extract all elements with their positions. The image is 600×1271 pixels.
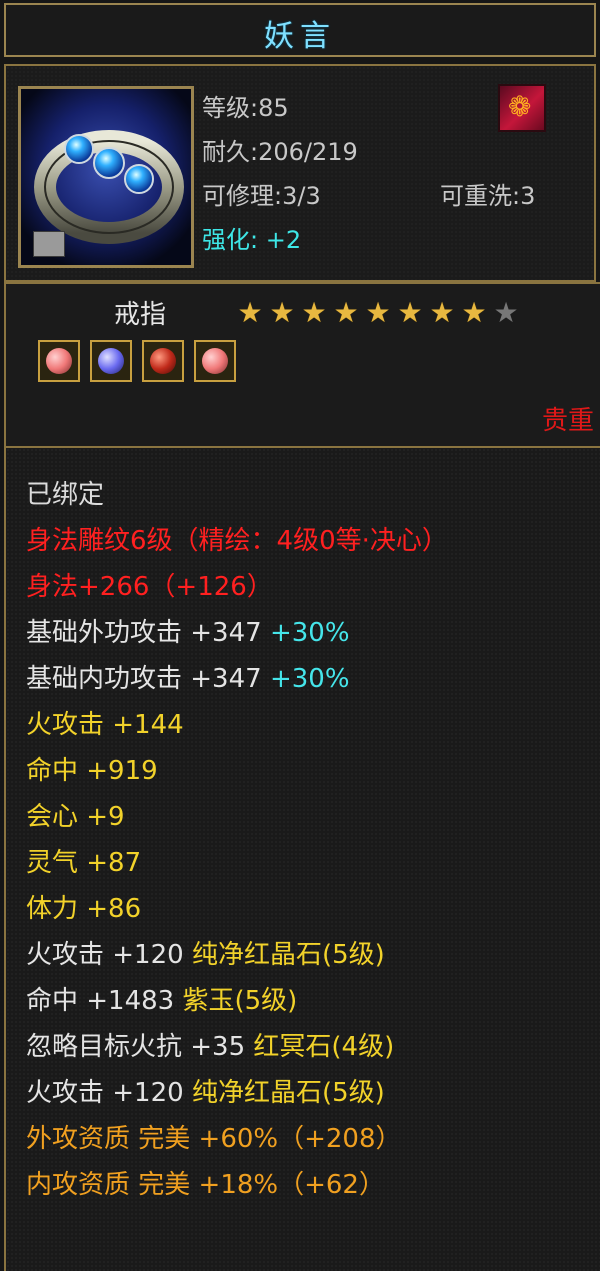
gem-slot-1[interactable] bbox=[38, 340, 80, 382]
fire-skill-icon[interactable]: ❁ bbox=[498, 84, 546, 132]
spirit-attr: 灵气 +87 bbox=[26, 848, 142, 878]
base-int-atk-pct: +30% bbox=[269, 664, 350, 694]
gem3-stat: 忽略目标火抗 +35 bbox=[26, 1032, 246, 1062]
item-icon-frame[interactable] bbox=[18, 86, 194, 268]
star-icon: ★ bbox=[301, 296, 327, 329]
star-icon: ★ bbox=[429, 296, 455, 329]
bound-status: 已绑定 bbox=[26, 480, 105, 510]
stamina-attr: 体力 +86 bbox=[26, 894, 142, 924]
item-level: 等级:85 bbox=[202, 94, 289, 122]
base-int-atk-value: 基础内功攻击 +347 bbox=[26, 664, 262, 694]
gem1-stat: 火攻击 +120 bbox=[26, 940, 184, 970]
hit-attr: 命中 +919 bbox=[26, 756, 158, 786]
gem-slot-2[interactable] bbox=[90, 340, 132, 382]
item-type: 戒指 bbox=[114, 300, 167, 330]
item-durability: 耐久:206/219 bbox=[202, 138, 358, 166]
crit-attr: 会心 +9 bbox=[26, 802, 125, 832]
gem-slot-4[interactable] bbox=[194, 340, 236, 382]
base-ext-atk-pct: +30% bbox=[269, 618, 350, 648]
item-attributes: 已绑定 身法雕纹6级（精绘：4级0等·决心） 身法+266（+126） 基础外功… bbox=[4, 446, 600, 1271]
item-rewash: 可重洗:3 bbox=[440, 182, 536, 210]
item-repair: 可修理:3/3 bbox=[202, 182, 321, 210]
star-icon: ★ bbox=[365, 296, 391, 329]
gem2-name: 紫玉(5级) bbox=[182, 986, 298, 1016]
gem-slot-3[interactable] bbox=[142, 340, 184, 382]
star-icon: ★ bbox=[269, 296, 295, 329]
gem2-attr: 命中 +1483 紫玉(5级) bbox=[26, 986, 297, 1016]
pink-gem-icon bbox=[202, 348, 228, 374]
item-name: 妖言 bbox=[264, 19, 336, 54]
star-icon: ★ bbox=[397, 296, 423, 329]
base-ext-atk-value: 基础外功攻击 +347 bbox=[26, 618, 262, 648]
item-header: 等级:85 耐久:206/219 可修理:3/3 可重洗:3 强化: +2 ❁ bbox=[4, 64, 596, 282]
gem4-name: 纯净红晶石(5级) bbox=[191, 1078, 385, 1108]
gem4-stat: 火攻击 +120 bbox=[26, 1078, 184, 1108]
bound-lock-icon bbox=[33, 231, 65, 257]
gem1-name: 纯净红晶石(5级) bbox=[191, 940, 385, 970]
carving-attr: 身法雕纹6级（精绘：4级0等·决心） bbox=[26, 526, 448, 556]
gem2-stat: 命中 +1483 bbox=[26, 986, 175, 1016]
pink-gem-icon bbox=[46, 348, 72, 374]
item-enhance: 强化: +2 bbox=[202, 226, 302, 254]
ext-quality-attr: 外攻资质 完美 +60%（+208） bbox=[26, 1124, 402, 1154]
gem3-name: 红冥石(4级) bbox=[253, 1032, 395, 1062]
red-gem-icon bbox=[150, 348, 176, 374]
star-icon: ★ bbox=[333, 296, 359, 329]
star-empty-icon: ★ bbox=[493, 296, 519, 329]
fire-atk-attr: 火攻击 +144 bbox=[26, 710, 184, 740]
agility-attr: 身法+266（+126） bbox=[26, 572, 273, 602]
gem1-attr: 火攻击 +120 纯净红晶石(5级) bbox=[26, 940, 385, 970]
star-rating: ★ ★ ★ ★ ★ ★ ★ ★ ★ bbox=[234, 298, 522, 328]
gem4-attr: 火攻击 +120 纯净红晶石(5级) bbox=[26, 1078, 385, 1108]
blue-gem-icon bbox=[98, 348, 124, 374]
item-type-area: 戒指 ★ ★ ★ ★ ★ ★ ★ ★ ★ 贵重 bbox=[4, 282, 600, 446]
base-int-atk-attr: 基础内功攻击 +347 +30% bbox=[26, 664, 350, 694]
item-title-bar: 妖言 bbox=[4, 3, 596, 57]
base-ext-atk-attr: 基础外功攻击 +347 +30% bbox=[26, 618, 350, 648]
gem3-attr: 忽略目标火抗 +35 红冥石(4级) bbox=[26, 1032, 394, 1062]
int-quality-attr: 内攻资质 完美 +18%（+62） bbox=[26, 1170, 385, 1200]
star-icon: ★ bbox=[237, 296, 263, 329]
item-rarity: 贵重 bbox=[541, 406, 594, 436]
star-icon: ★ bbox=[461, 296, 487, 329]
